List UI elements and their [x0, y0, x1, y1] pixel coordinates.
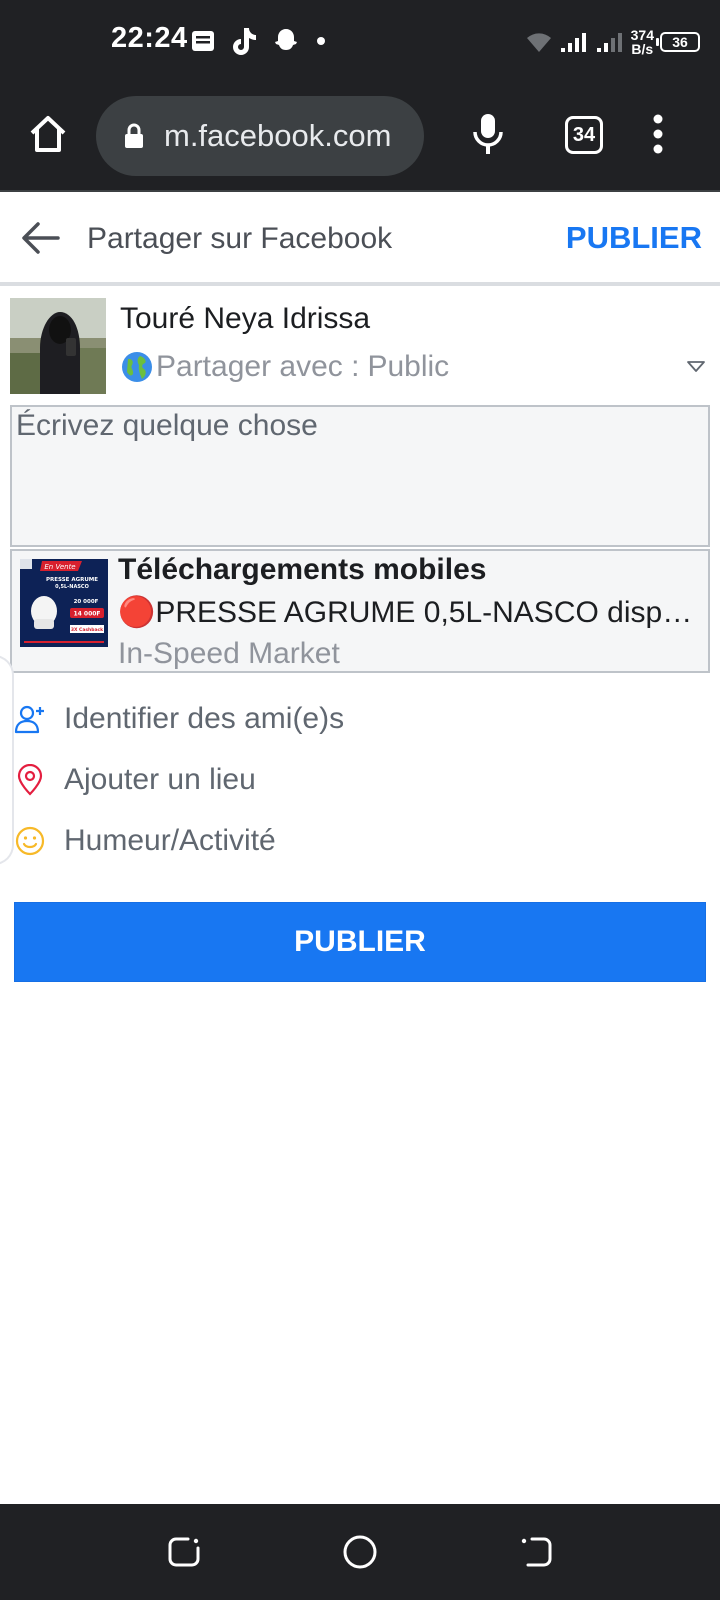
battery-icon: 36 [656, 32, 700, 52]
lock-icon [125, 123, 143, 148]
audience-prefix: Partager avec : [156, 350, 360, 383]
browser-toolbar: m.facebook.com 34 [0, 82, 720, 192]
avatar [10, 298, 106, 394]
home-circle-icon [343, 1535, 377, 1569]
more-menu-button[interactable] [652, 114, 664, 159]
system-nav-bar [0, 1504, 720, 1600]
message-icon [192, 31, 214, 51]
user-name: Touré Neya Idrissa [120, 302, 371, 335]
audience-value: Public [367, 350, 450, 383]
product-ad-image: En Vente PRESSE AGRUME 0,5L-NASCO 20 000… [20, 559, 108, 647]
recents-button[interactable] [166, 1534, 202, 1575]
tag-friends-option[interactable]: Identifier des ami(e)s [14, 694, 344, 744]
feeling-activity-label: Humeur/Activité [64, 824, 276, 857]
more-vert-icon [653, 114, 663, 154]
notification-icons [190, 24, 328, 58]
add-location-label: Ajouter un lieu [64, 763, 256, 796]
snapchat-icon [275, 29, 297, 50]
thumb-old-price: 20 000F [74, 599, 99, 605]
thumb-new-price: 14 000F [73, 611, 100, 618]
post-text-area[interactable]: Écrivez quelque chose [10, 405, 710, 547]
address-bar[interactable]: m.facebook.com [96, 96, 424, 176]
caret-down-icon [687, 361, 705, 372]
signal-icon [596, 33, 622, 52]
link-attachment[interactable]: En Vente PRESSE AGRUME 0,5L-NASCO 20 000… [10, 549, 710, 673]
signal-icon [560, 33, 586, 52]
location-pin-icon [14, 764, 46, 796]
network-speed-value: 374 [630, 27, 654, 43]
attachment-source: In-Speed Market [118, 637, 340, 670]
tag-friends-label: Identifier des ami(e)s [64, 702, 345, 735]
tiktok-icon [233, 28, 256, 55]
arrow-left-icon [22, 222, 60, 254]
feeling-activity-option[interactable]: Humeur/Activité [14, 816, 276, 866]
publish-header-button[interactable]: PUBLIER [566, 220, 702, 256]
thumb-badge: En Vente [44, 563, 75, 571]
dot-icon [317, 37, 325, 45]
status-time: 22:24 [111, 22, 188, 54]
audience-selector[interactable]: Partager avec : Public [120, 350, 449, 384]
add-friend-icon [14, 703, 46, 735]
network-speed: 374 B/s [631, 28, 654, 56]
share-header: Partager sur Facebook PUBLIER [0, 192, 720, 286]
recents-icon [168, 1537, 200, 1567]
add-location-option[interactable]: Ajouter un lieu [14, 755, 256, 805]
attachment-title: Téléchargements mobiles [118, 553, 487, 586]
smiley-icon [14, 825, 46, 857]
thumb-product: PRESSE AGRUME [46, 577, 98, 583]
mic-icon [473, 114, 503, 154]
profile-photo [10, 298, 106, 394]
side-panel-handle[interactable] [0, 655, 14, 865]
wifi-icon [526, 33, 551, 52]
back-nav-icon [521, 1537, 552, 1567]
attachment-description: 🔴PRESSE AGRUME 0,5L-NASCO disponible [118, 596, 706, 629]
thumb-cashback: 3X Cashback [71, 627, 104, 633]
globe-icon [122, 352, 152, 382]
home-nav-button[interactable] [342, 1534, 378, 1575]
thumb-model: 0,5L-NASCO [55, 584, 89, 590]
status-bar: 22:24 374 B/s 36 [0, 0, 720, 82]
audience-dropdown[interactable] [686, 360, 706, 379]
publish-button[interactable]: PUBLIER [14, 902, 706, 982]
home-button[interactable] [26, 112, 70, 156]
back-button[interactable] [20, 218, 62, 263]
home-icon [30, 116, 66, 152]
status-right: 374 B/s 36 [525, 22, 700, 62]
page-title: Partager sur Facebook [87, 222, 393, 255]
back-nav-button[interactable] [518, 1534, 554, 1575]
composer-placeholder: Écrivez quelque chose [16, 409, 318, 442]
url-text: m.facebook.com [164, 118, 392, 153]
voice-search-button[interactable] [470, 112, 506, 161]
attachment-thumbnail: En Vente PRESSE AGRUME 0,5L-NASCO 20 000… [20, 559, 108, 647]
tabs-button[interactable]: 34 [565, 116, 603, 154]
network-speed-unit: B/s [631, 41, 654, 57]
